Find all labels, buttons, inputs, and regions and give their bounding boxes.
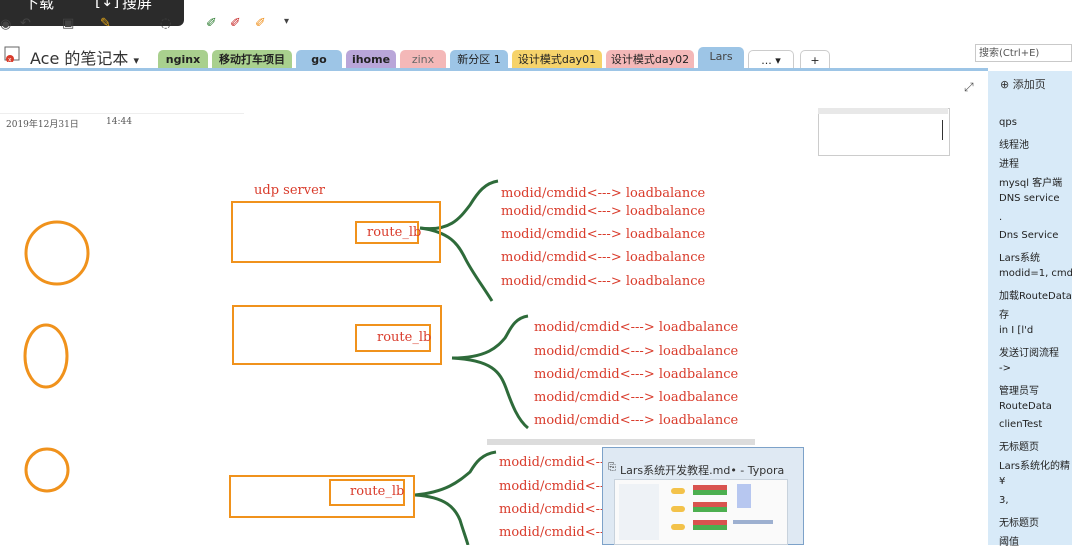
typora-thumbnail — [614, 479, 788, 545]
mapping-line: modid/cmdid<---> loadbalance — [534, 413, 739, 428]
route-lb-label: route_lb — [350, 484, 405, 499]
ink-brace — [414, 450, 497, 497]
ink-brace — [451, 314, 529, 360]
mapping-clip: modid/cmdid<---> loadbalance modid/cmdid… — [487, 445, 602, 545]
ink-circle — [24, 220, 90, 286]
mapping-line: modid/cmdid<---> loadbalance — [499, 502, 602, 517]
mapping-line: modid/cmdid<---> loadbalance — [534, 320, 739, 335]
route-lb-label: route_lb — [377, 330, 432, 345]
udp-server-label: udp server — [254, 183, 325, 198]
typora-app-icon: ⎘ — [608, 462, 616, 473]
mapping-line: modid/cmdid<---> loadbalance — [501, 274, 706, 289]
ink-ellipse — [23, 323, 69, 389]
ink-circle-small — [24, 447, 70, 493]
mapping-line: modid/cmdid<---> loadbalance — [499, 525, 602, 540]
mapping-line: modid/cmdid<---> loadbalance — [534, 367, 739, 382]
mapping-line: modid/cmdid<---> loadbalance — [501, 227, 706, 242]
mapping-line: modid/cmdid<---> loadbalance — [501, 204, 706, 219]
ink-brace — [414, 493, 470, 545]
mapping-line: modid/cmdid<---> loadbalance — [501, 186, 706, 201]
route-lb-label: route_lb — [367, 225, 422, 240]
mapping-line: modid/cmdid<---> loadbalance — [501, 250, 706, 265]
typora-title: Lars系统开发教程.md• - Typora — [620, 464, 785, 477]
mapping-line: modid/cmdid<---> loadbalance — [499, 455, 602, 470]
mapping-line: modid/cmdid<---> loadbalance — [499, 479, 602, 494]
mapping-line: modid/cmdid<---> loadbalance — [534, 390, 739, 405]
ink-brace — [451, 356, 529, 430]
mapping-line: modid/cmdid<---> loadbalance — [534, 344, 739, 359]
